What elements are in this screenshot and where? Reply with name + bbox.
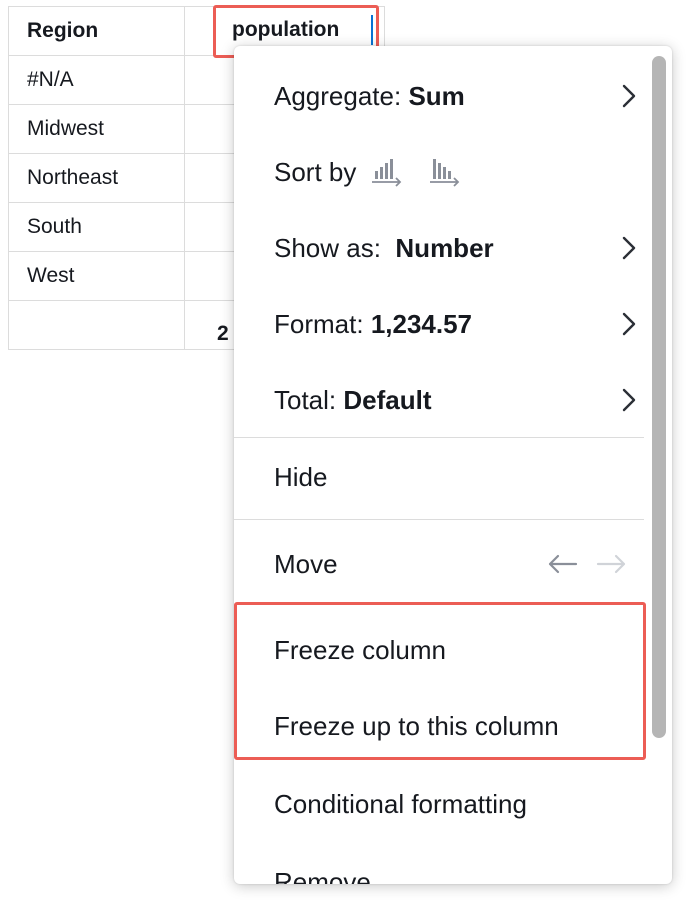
freeze-options-highlight-box xyxy=(234,602,646,760)
sort-by-label: Sort by xyxy=(274,156,357,187)
chevron-right-icon xyxy=(622,236,636,260)
row-label: #N/A xyxy=(8,55,185,105)
menu-divider xyxy=(234,519,644,520)
arrow-right-icon xyxy=(596,554,626,574)
sort-ascending-icon[interactable] xyxy=(370,157,406,187)
format-label: Format: xyxy=(274,308,364,339)
move-label: Move xyxy=(274,548,338,579)
menu-item-aggregate[interactable]: Aggregate: Sum xyxy=(234,66,644,126)
menu-item-conditional-formatting[interactable]: Conditional formatting xyxy=(234,774,644,834)
menu-divider xyxy=(234,437,644,438)
show-as-label: Show as: xyxy=(274,232,381,263)
conditional-formatting-label: Conditional formatting xyxy=(274,788,527,819)
column-header-region[interactable]: Region xyxy=(8,6,185,56)
chevron-right-icon xyxy=(622,312,636,336)
total-label: Total: xyxy=(274,384,337,415)
menu-item-remove[interactable]: Remove xyxy=(234,852,644,885)
chevron-right-icon xyxy=(622,388,636,412)
total-value-option: Default xyxy=(343,384,432,415)
aggregate-label: Aggregate: xyxy=(274,80,402,111)
row-label: Northeast xyxy=(8,153,185,203)
remove-label: Remove xyxy=(274,866,371,885)
menu-item-show-as[interactable]: Show as: Number xyxy=(234,218,644,278)
menu-item-format[interactable]: Format: 1,234.57 xyxy=(234,294,644,354)
total-value: 2 xyxy=(217,322,229,345)
menu-scrollbar-thumb[interactable] xyxy=(652,56,666,738)
menu-item-hide[interactable]: Hide xyxy=(234,447,644,507)
chevron-right-icon xyxy=(622,84,636,108)
menu-item-move: Move xyxy=(234,534,644,594)
aggregate-value: Sum xyxy=(408,80,465,111)
total-label-cell xyxy=(8,300,185,350)
menu-item-total[interactable]: Total: Default xyxy=(234,370,644,430)
hide-label: Hide xyxy=(274,461,328,492)
menu-item-sort-by: Sort by xyxy=(234,142,644,202)
arrow-left-icon xyxy=(548,554,578,574)
row-label: South xyxy=(8,202,185,252)
move-arrows xyxy=(548,554,626,574)
format-value: 1,234.57 xyxy=(370,308,473,339)
row-label: West xyxy=(8,251,185,301)
sort-descending-icon[interactable] xyxy=(428,157,464,187)
row-label: Midwest xyxy=(8,104,185,154)
show-as-value: Number xyxy=(395,232,494,263)
